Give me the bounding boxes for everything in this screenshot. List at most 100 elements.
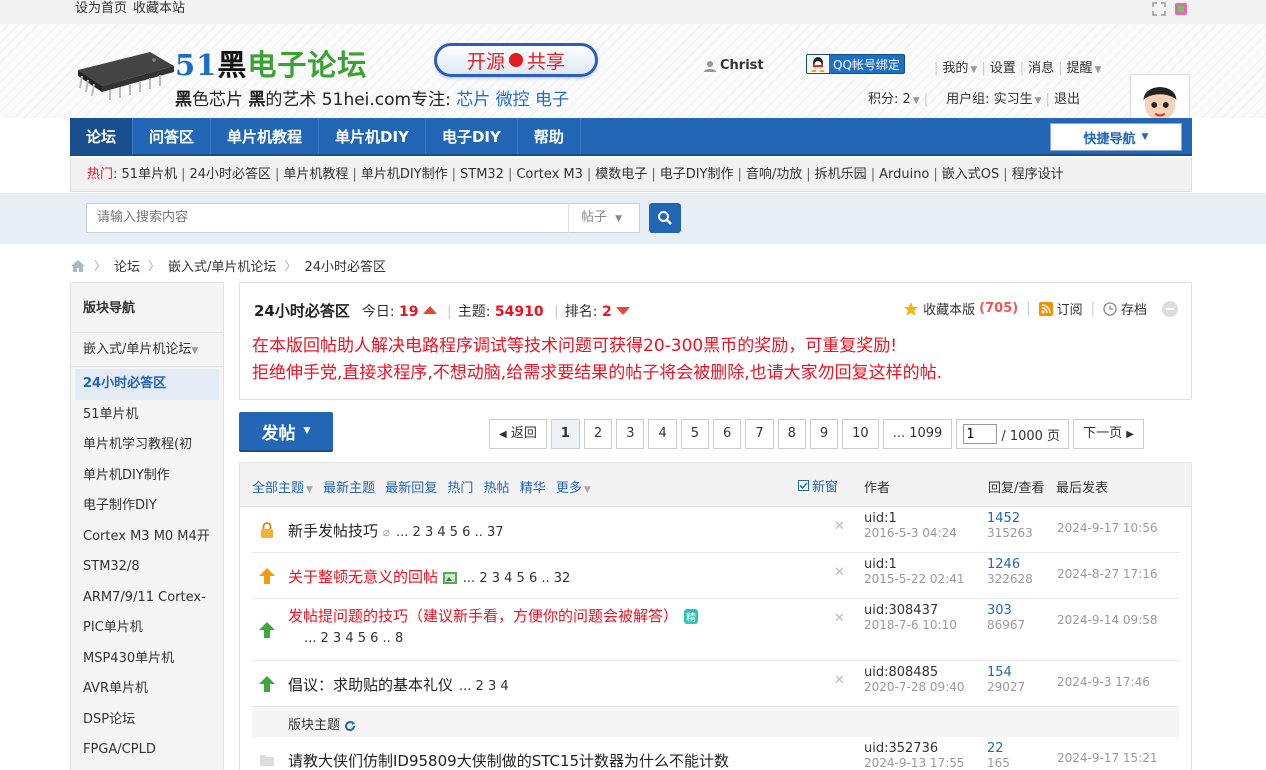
hot-link[interactable]: 单片机DIY制作 — [361, 167, 448, 182]
home-icon[interactable] — [70, 259, 86, 273]
last-post-time[interactable]: 2024-8-27 17:16 — [1057, 567, 1158, 581]
hot-link[interactable]: 音响/功放 — [746, 167, 802, 182]
thread-pages[interactable]: ... 2 3 4 5 6 .. 8 — [304, 631, 403, 646]
pager-page[interactable]: 1 — [550, 419, 580, 449]
collapse-icon[interactable] — [1161, 300, 1179, 318]
thread-title[interactable]: 新手发帖技巧 ⌀ ... 2 3 4 5 6 .. 37 — [288, 520, 504, 541]
new-post-button[interactable]: 发帖 ▼ — [239, 412, 333, 450]
thread-pages[interactable]: ... 2 3 4 5 6 .. 32 — [463, 571, 571, 586]
reply-count[interactable]: 154 — [987, 665, 1025, 680]
sidebar-item[interactable]: MSP430单片机 — [71, 644, 223, 675]
site-logo-text[interactable]: 51黑电子论坛 — [175, 42, 367, 84]
pager-page[interactable]: 9 — [809, 419, 839, 449]
close-icon[interactable]: ✕ — [834, 611, 845, 626]
reply-count[interactable]: 22 — [987, 741, 1010, 756]
hot-link[interactable]: 51单片机 — [122, 167, 178, 182]
quick-nav-button[interactable]: 快捷导航 ▼ — [1050, 123, 1182, 151]
hot-link[interactable]: 电子DIY制作 — [660, 167, 734, 182]
bookmark-link[interactable]: 收藏本站 — [133, 1, 185, 16]
pager-page[interactable]: 8 — [777, 419, 806, 449]
last-post-time[interactable]: 2024-9-14 09:58 — [1057, 613, 1158, 627]
thread-title[interactable]: 关于整顿无意义的回帖 ... 2 3 4 5 6 .. 32 — [288, 566, 570, 587]
user-name-link[interactable]: Christ — [704, 58, 764, 73]
sidebar-item[interactable]: FPGA/CPLD — [71, 735, 223, 766]
sidebar-group[interactable]: 嵌入式/单片机论坛▼ — [71, 333, 223, 367]
sidebar-item[interactable]: 单片机学习教程(初 — [71, 430, 223, 461]
hot-link[interactable]: 嵌入式OS — [942, 167, 1000, 182]
reply-count[interactable]: 1452 — [987, 511, 1033, 526]
new-window-toggle[interactable]: 新窗 — [798, 476, 838, 495]
fullscreen-icon[interactable] — [1152, 1, 1166, 16]
pager-next-button[interactable]: 下一页 ▶ — [1073, 419, 1144, 449]
author-link[interactable]: uid:1 — [864, 511, 897, 526]
thread-pages[interactable]: ... 2 3 4 — [459, 679, 509, 694]
hot-link[interactable]: 拆机乐园 — [815, 167, 867, 182]
pager-page[interactable]: 2 — [583, 419, 613, 449]
hot-link[interactable]: 单片机教程 — [283, 167, 348, 182]
pager-page[interactable]: 7 — [745, 419, 774, 449]
last-post-time[interactable]: 2024-9-17 10:56 — [1057, 521, 1158, 535]
user-group-link[interactable]: 用户组: 实习生 — [946, 92, 1033, 107]
breadcrumb-embedded[interactable]: 嵌入式/单片机论坛 — [168, 256, 276, 275]
last-post-time[interactable]: 2024-9-17 15:21 — [1057, 751, 1158, 765]
thread-title[interactable]: 倡议：求助贴的基本礼仪 ... 2 3 4 — [288, 674, 509, 695]
search-input[interactable]: 请输入搜索内容 — [86, 203, 569, 233]
messages-link[interactable]: 消息 — [1028, 61, 1054, 76]
sidebar-item[interactable]: STM32/8 — [71, 552, 223, 583]
subscribe-link[interactable]: 订阅 — [1057, 299, 1083, 318]
hot-link[interactable]: 24小时必答区 — [189, 167, 271, 182]
sidebar-item[interactable]: Cortex M3 M0 M4开 — [71, 522, 223, 553]
close-icon[interactable]: ✕ — [834, 565, 845, 580]
pager-page[interactable]: 6 — [713, 419, 742, 449]
author-link[interactable]: uid:1 — [864, 557, 897, 572]
archive-link[interactable]: 存档 — [1121, 299, 1147, 318]
nav-help[interactable]: 帮助 — [518, 118, 581, 154]
hot-link[interactable]: Cortex M3 — [516, 167, 583, 182]
page-jump-input[interactable] — [963, 424, 998, 444]
sidebar-item[interactable]: ARM7/9/11 Cortex- — [71, 583, 223, 614]
sidebar-item[interactable]: AVR单片机 — [71, 674, 223, 705]
nav-qa[interactable]: 问答区 — [133, 118, 212, 154]
pager-page[interactable]: 3 — [616, 419, 645, 449]
pager-page[interactable]: 4 — [648, 419, 677, 449]
nav-electronic-diy[interactable]: 电子DIY — [426, 118, 518, 154]
filter-digest[interactable]: 精华 — [520, 481, 546, 496]
sidebar-item[interactable]: 51单片机 — [71, 400, 223, 431]
remind-link[interactable]: 提醒 — [1067, 61, 1093, 76]
nav-mcu-tutorial[interactable]: 单片机教程 — [211, 118, 320, 154]
filter-hot[interactable]: 热门 — [447, 481, 473, 496]
theme-icon[interactable] — [1174, 2, 1188, 16]
author-link[interactable]: uid:352736 — [864, 741, 938, 756]
nav-mcu-diy[interactable]: 单片机DIY — [319, 118, 426, 154]
set-home-link[interactable]: 设为首页 — [75, 1, 127, 16]
pager-last-page[interactable]: ... 1099 — [882, 419, 953, 449]
sidebar-item[interactable]: 24小时必答区 — [75, 369, 219, 400]
filter-latest[interactable]: 最新主题 — [323, 481, 375, 496]
filter-more[interactable]: 更多 — [556, 481, 582, 496]
refresh-icon[interactable] — [344, 720, 356, 732]
reply-count[interactable]: 303 — [987, 603, 1025, 618]
settings-link[interactable]: 设置 — [990, 61, 1016, 76]
filter-hot-post[interactable]: 热帖 — [484, 481, 510, 496]
pager-page[interactable]: 5 — [680, 419, 710, 449]
author-link[interactable]: uid:808485 — [864, 665, 938, 680]
my-menu[interactable]: 我的 — [942, 61, 968, 76]
sidebar-item[interactable]: DSP论坛 — [71, 705, 223, 736]
breadcrumb-forum[interactable]: 论坛 — [114, 256, 140, 275]
sidebar-item[interactable]: PIC单片机 — [71, 613, 223, 644]
last-post-time[interactable]: 2024-9-3 17:46 — [1057, 675, 1150, 689]
close-icon[interactable]: ✕ — [834, 519, 845, 534]
thread-title[interactable]: 发帖提问题的技巧（建议新手看，方便你的问题会被解答） 精 — [288, 605, 699, 626]
hot-link[interactable]: Arduino — [879, 167, 929, 182]
author-link[interactable]: uid:308437 — [864, 603, 938, 618]
thread-title[interactable]: 请教大侠们仿制ID95809大侠制做的STC15计数器为什么不能计数 — [288, 750, 729, 770]
reply-count[interactable]: 1246 — [987, 557, 1033, 572]
hot-link[interactable]: 程序设计 — [1012, 167, 1064, 182]
points-link[interactable]: 积分: 2 — [868, 92, 911, 107]
search-type-select[interactable]: 帖子 ▼ — [568, 203, 640, 233]
pager-back-button[interactable]: ◀ 返回 — [489, 419, 547, 449]
thread-pages[interactable]: ... 2 3 4 5 6 .. 37 — [396, 525, 504, 540]
close-icon[interactable]: ✕ — [834, 673, 845, 688]
hot-link[interactable]: 模数电子 — [595, 167, 647, 182]
filter-latest-reply[interactable]: 最新回复 — [385, 481, 437, 496]
